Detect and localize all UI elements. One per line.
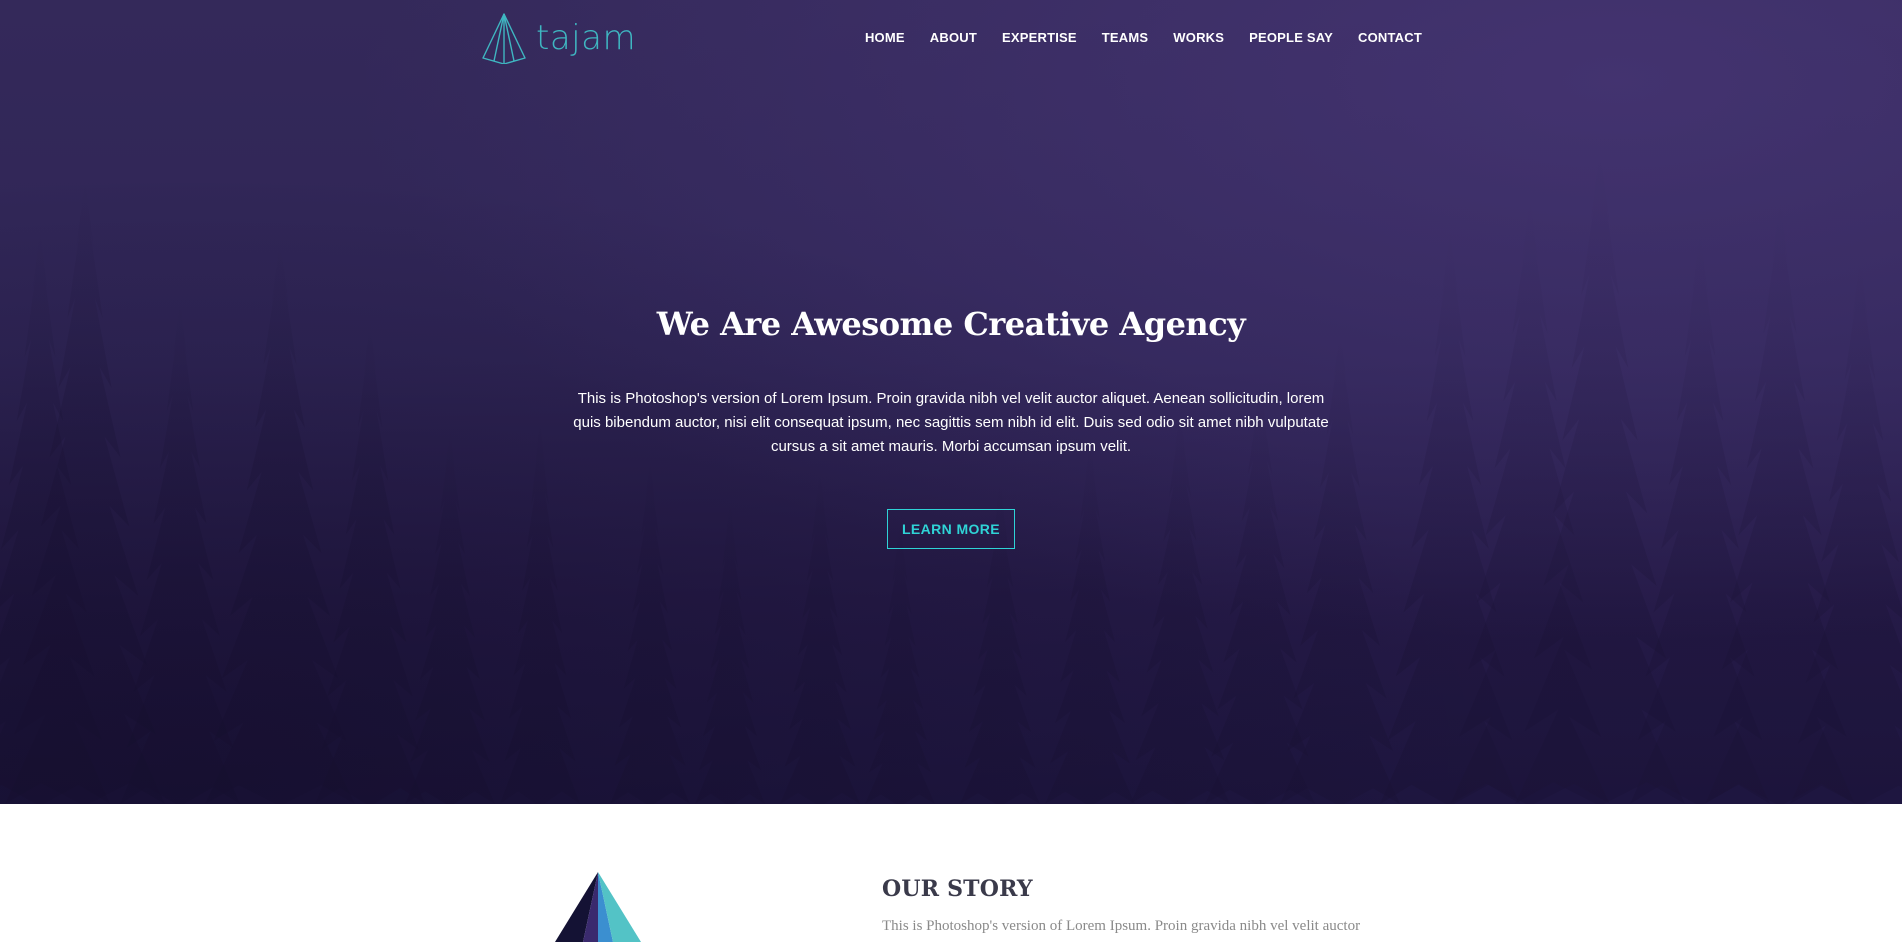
nav-item-people-say[interactable]: PEOPLE SAY [1249, 30, 1333, 45]
hero-section: tajam HOME ABOUT EXPERTISE TEAMS WORKS P… [0, 0, 1902, 804]
story-heading: OUR STORY [882, 876, 1033, 902]
hero-content: We Are Awesome Creative Agency This is P… [0, 305, 1902, 549]
hero-title: We Are Awesome Creative Agency [656, 305, 1246, 343]
pyramid-outline-icon [482, 13, 526, 64]
our-story-section: OUR STORY This is Photoshop's version of… [0, 804, 1902, 942]
story-text: This is Photoshop's version of Lorem Ips… [882, 918, 1361, 934]
brand-name: tajam [536, 18, 637, 58]
pyramid-illustration [555, 872, 641, 942]
learn-more-button[interactable]: LEARN MORE [886, 509, 1016, 549]
site-header: tajam HOME ABOUT EXPERTISE TEAMS WORKS P… [0, 0, 1902, 80]
hero-description: This is Photoshop's version of Lorem Ips… [573, 390, 1329, 455]
nav-item-works[interactable]: WORKS [1173, 30, 1224, 45]
nav-item-about[interactable]: ABOUT [930, 30, 977, 45]
nav-item-expertise[interactable]: EXPERTISE [1002, 30, 1077, 45]
nav-item-contact[interactable]: CONTACT [1358, 30, 1422, 45]
main-nav: HOME ABOUT EXPERTISE TEAMS WORKS PEOPLE … [865, 30, 1422, 45]
brand-logo[interactable]: tajam [480, 12, 636, 64]
nav-item-home[interactable]: HOME [865, 30, 905, 45]
nav-item-teams[interactable]: TEAMS [1102, 30, 1149, 45]
